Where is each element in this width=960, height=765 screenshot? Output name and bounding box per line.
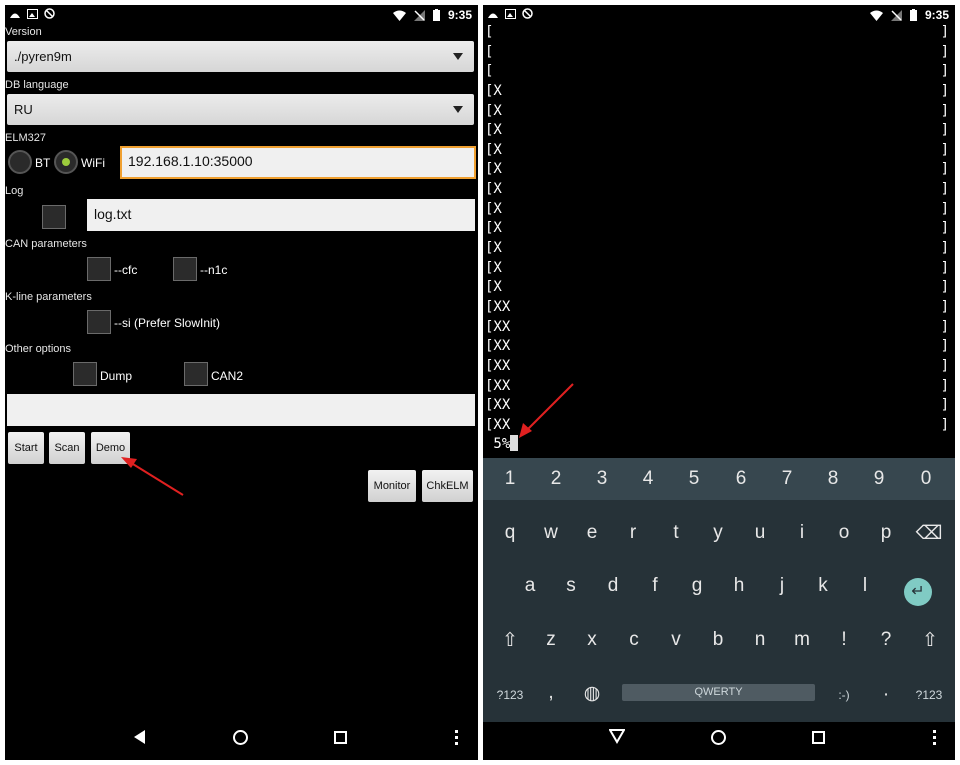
letter-key[interactable]: j [759,575,805,597]
number-key[interactable]: 8 [810,468,856,490]
letter-key[interactable]: ? [863,629,909,651]
pyren-launcher-screen: 9:35 Version ./pyren9m DB language RU EL… [5,5,478,760]
globe-icon[interactable]: ◍ [569,682,615,705]
period-key[interactable]: · [863,684,909,706]
letter-key[interactable]: w [528,522,574,544]
letter-key[interactable]: p [863,522,909,544]
menu-icon[interactable] [933,730,936,745]
letter-key[interactable]: ! [821,629,867,651]
letter-key[interactable]: f [632,575,678,597]
letter-key[interactable]: h [716,575,762,597]
letter-key[interactable]: s [548,575,594,597]
letter-key[interactable]: a [507,575,553,597]
number-key[interactable]: 1 [487,468,533,490]
letter-key[interactable]: n [737,629,783,651]
emoticon-key[interactable]: :-) [821,688,867,702]
letter-key[interactable]: d [590,575,636,597]
soft-keyboard: 1 2 3 4 5 6 7 8 9 0 q w e r t y u i o p a s d f g h j k l z x c v b n m!? ⇧ ⇧… [483,458,955,722]
number-key[interactable]: 3 [579,468,625,490]
enter-key[interactable]: ↵ [904,578,932,606]
letter-key[interactable]: v [653,629,699,651]
letter-key[interactable]: c [611,629,657,651]
pyren-terminal-screen: 9:35 [][][] [X] [X] [X] [X] [X] [X] [X] [X] [X] [X… [483,5,955,760]
letter-key[interactable]: b [695,629,741,651]
number-key[interactable]: 9 [856,468,902,490]
letter-key[interactable]: z [528,629,574,651]
letter-key[interactable]: u [737,522,783,544]
number-key[interactable]: 0 [903,468,949,490]
home-icon[interactable] [233,730,248,745]
letter-key[interactable]: m [779,629,825,651]
menu-icon[interactable] [455,730,458,745]
number-key[interactable]: 6 [718,468,764,490]
recents-icon[interactable] [334,731,347,744]
recents-icon[interactable] [812,731,825,744]
number-key[interactable]: 2 [533,468,579,490]
letter-key[interactable]: k [800,575,846,597]
letter-key[interactable]: l [842,575,888,597]
number-key[interactable]: 7 [764,468,810,490]
letter-key[interactable]: g [674,575,720,597]
symbols-key-left[interactable]: ?123 [487,688,533,702]
letter-key[interactable]: e [569,522,615,544]
number-key[interactable]: 5 [671,468,717,490]
letter-key[interactable]: i [779,522,825,544]
comma-key[interactable]: , [528,682,574,704]
letter-key[interactable]: y [695,522,741,544]
nav-bar [483,718,955,760]
back-icon[interactable] [609,729,625,744]
home-icon[interactable] [711,730,726,745]
back-icon[interactable] [134,730,145,744]
nav-bar [5,718,478,760]
letter-key[interactable]: x [569,629,615,651]
letter-key[interactable]: r [610,522,656,544]
number-key[interactable]: 4 [625,468,671,490]
annotation-arrow-icon [121,457,184,496]
letter-key[interactable]: t [653,522,699,544]
shift-left-icon[interactable]: ⇧ [487,629,533,652]
letter-key[interactable]: o [821,522,867,544]
backspace-icon[interactable]: ⌫ [906,522,952,545]
shift-right-icon[interactable]: ⇧ [907,629,953,652]
space-key[interactable]: QWERTY [622,684,815,701]
symbols-key-right[interactable]: ?123 [906,688,952,702]
letter-key[interactable]: q [487,522,533,544]
